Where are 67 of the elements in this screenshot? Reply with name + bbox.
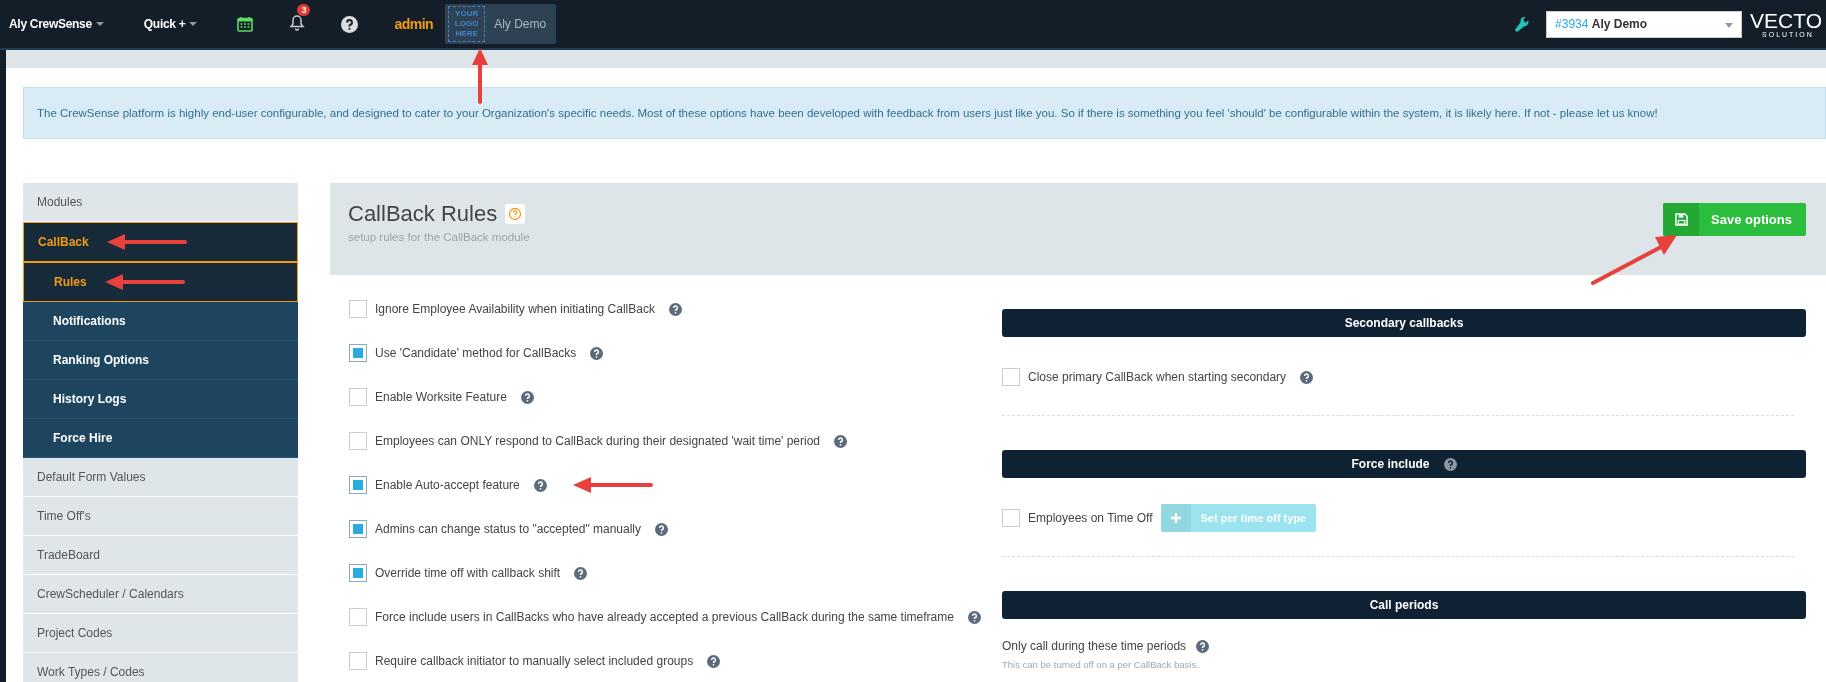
help-icon[interactable] [834, 434, 848, 448]
help-icon[interactable] [520, 390, 534, 404]
checkbox[interactable] [349, 432, 367, 450]
option-label: Ignore Employee Availability when initiating CallBack [375, 302, 655, 316]
checkbox[interactable] [349, 564, 367, 582]
section-title: Call periods [1369, 598, 1439, 612]
help-icon[interactable] [574, 566, 588, 580]
info-banner: The CrewSense platform is highly end-user configurable, and designed to cater to your Organization's specific needs. Most of these options have been developed with feedback from users just like you. So if there is something you feel 'should' be configurable within the system, it is likely here. If not - please let us know! [23, 87, 1826, 139]
admin-logo[interactable]: admin [394, 16, 434, 32]
sidebar-subitem[interactable]: History Logs [23, 380, 298, 419]
checkbox[interactable] [1002, 368, 1020, 386]
checkbox[interactable] [349, 300, 367, 318]
sidebar-item[interactable]: Default Form Values [23, 458, 298, 497]
bell-icon[interactable] [289, 14, 306, 31]
organization-name: Aly Demo [494, 17, 547, 31]
option-label: Close primary CallBack when starting secondary [1028, 370, 1287, 384]
sidebar-item[interactable]: TradeBoard [23, 536, 298, 575]
checkbox[interactable] [349, 344, 367, 362]
option-label: Enable Auto-accept feature [375, 478, 520, 492]
option-label: Admins can change status to "accepted" manually [375, 522, 641, 536]
sidebar-item[interactable]: Project Codes [23, 614, 298, 653]
help-icon[interactable] [533, 478, 547, 492]
sidebar-subitem[interactable]: Rules [23, 262, 298, 302]
help-icon[interactable] [1443, 457, 1457, 471]
account-menu[interactable]: Aly CrewSense [9, 17, 104, 31]
organization-select[interactable]: #3934 Aly Demo [1546, 10, 1743, 38]
help-icon[interactable] [655, 522, 668, 536]
checkbox[interactable] [349, 520, 367, 538]
option-label: Force include users in CallBacks who have already accepted a previous CallBack during the same timeframe [375, 610, 954, 624]
help-icon[interactable] [1300, 370, 1314, 384]
option-label: Only call during these time periods [1002, 639, 1187, 653]
logo-placeholder: YOUR LOGO HERE [448, 6, 486, 42]
option-label: Enable Worksite Feature [375, 390, 507, 404]
sidebar-item[interactable]: CrewScheduler / Calendars [23, 575, 298, 614]
checkbox[interactable] [349, 652, 367, 670]
notification-badge: 3 [297, 4, 311, 16]
checkbox[interactable] [349, 388, 367, 406]
panel-subtitle: setup rules for the CallBack module [348, 231, 530, 243]
section-title: Secondary callbacks [1344, 316, 1464, 330]
sidebar-item[interactable]: CallBack [23, 222, 298, 262]
option-label: Override time off with callback shift [375, 566, 561, 580]
panel-title: CallBack Rules [348, 201, 498, 227]
help-icon[interactable] [590, 346, 604, 360]
option-label: Employees can ONLY respond to CallBack during their designated 'wait time' period [375, 434, 821, 448]
option-label: Employees on Time Off [1028, 511, 1153, 525]
sidebar-item[interactable]: Work Types / Codes [23, 653, 298, 682]
help-icon[interactable] [668, 302, 682, 316]
sidebar-header: Modules [23, 183, 298, 222]
help-icon[interactable] [967, 610, 981, 624]
help-icon[interactable] [707, 654, 721, 668]
sidebar-item[interactable]: Time Off's [23, 497, 298, 536]
checkbox[interactable] [349, 608, 367, 626]
option-label: Require callback initiator to manually select included groups [375, 654, 694, 668]
quick-menu[interactable]: Quick + [143, 17, 198, 31]
wrench-icon[interactable] [1515, 16, 1531, 32]
sidebar-subitem[interactable]: Ranking Options [23, 341, 298, 380]
section-title: Force include [1351, 457, 1430, 471]
hint-text: This can be turned off on a per CallBack basis. [1002, 659, 1200, 670]
help-icon[interactable] [1196, 639, 1210, 653]
option-label: Use 'Candidate' method for CallBacks [375, 346, 577, 360]
checkbox[interactable] [1002, 509, 1020, 527]
calendar-icon[interactable] [237, 16, 254, 32]
help-icon[interactable] [341, 15, 359, 33]
plus-icon [1170, 513, 1181, 523]
sidebar-subitem[interactable]: Force Hire [23, 419, 298, 458]
checkbox[interactable] [349, 476, 367, 494]
sidebar-subitem[interactable]: Notifications [23, 302, 298, 341]
